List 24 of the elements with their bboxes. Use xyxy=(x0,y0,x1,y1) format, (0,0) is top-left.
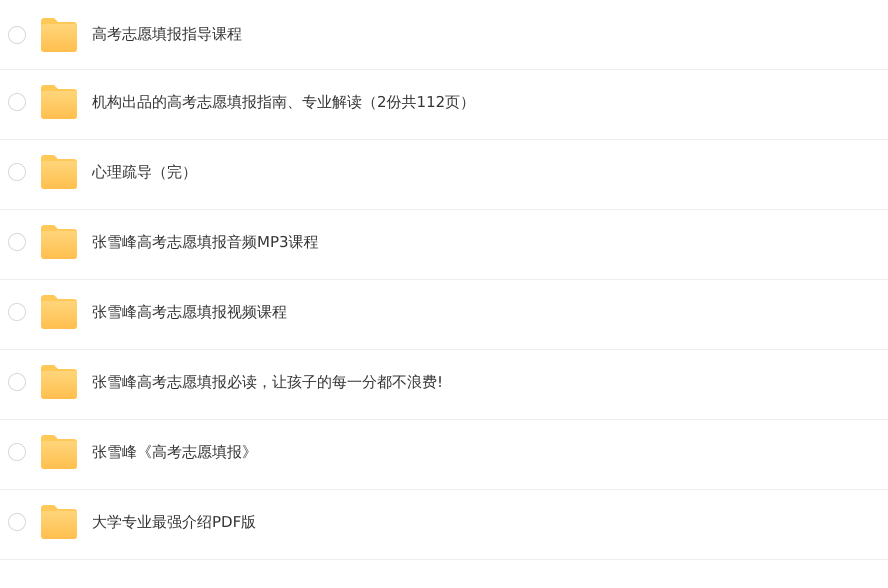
folder-icon xyxy=(41,155,77,189)
checkbox[interactable] xyxy=(8,233,26,251)
folder-icon xyxy=(41,18,77,52)
folder-name[interactable]: 大学专业最强介绍PDF版 xyxy=(92,510,256,534)
folder-icon xyxy=(41,505,77,539)
checkbox[interactable] xyxy=(8,373,26,391)
folder-name[interactable]: 张雪峰高考志愿填报音频MP3课程 xyxy=(92,230,319,254)
folder-icon xyxy=(41,85,77,119)
folder-icon xyxy=(41,365,77,399)
folder-name[interactable]: 心理疏导（完） xyxy=(92,160,197,184)
folder-name[interactable]: 张雪峰高考志愿填报视频课程 xyxy=(92,300,287,324)
folder-icon xyxy=(41,295,77,329)
checkbox[interactable] xyxy=(8,303,26,321)
checkbox[interactable] xyxy=(8,26,26,44)
folder-name[interactable]: 张雪峰《高考志愿填报》 xyxy=(92,440,257,464)
folder-name[interactable]: 高考志愿填报指导课程 xyxy=(92,23,242,46)
checkbox[interactable] xyxy=(8,513,26,531)
checkbox[interactable] xyxy=(8,443,26,461)
checkbox[interactable] xyxy=(8,163,26,181)
checkbox[interactable] xyxy=(8,93,26,111)
folder-icon xyxy=(41,435,77,469)
folder-name[interactable]: 机构出品的高考志愿填报指南、专业解读（2份共112页） xyxy=(92,90,476,114)
folder-icon xyxy=(41,225,77,259)
folder-name[interactable]: 张雪峰高考志愿填报必读，让孩子的每一分都不浪费! xyxy=(92,370,444,394)
